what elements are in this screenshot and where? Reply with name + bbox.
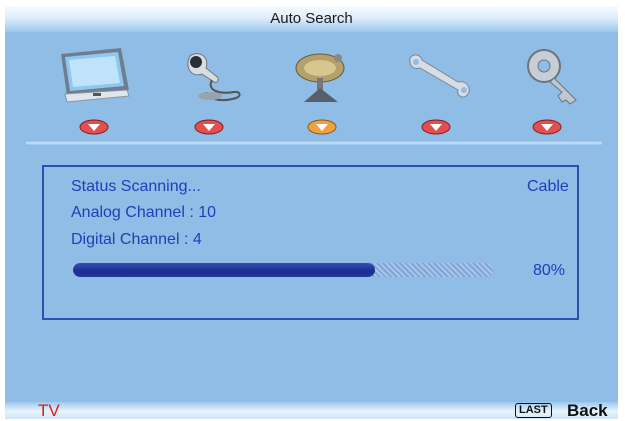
menu-divider <box>26 140 602 146</box>
scan-progress-bar <box>73 263 493 277</box>
scan-progress-fill <box>73 263 376 277</box>
title-bar: Auto Search <box>5 6 618 32</box>
audio-menu-icon[interactable] <box>176 48 246 104</box>
status-text: Status Scanning... <box>71 178 201 195</box>
marker-setup <box>421 119 451 135</box>
input-source-label: TV <box>38 401 60 420</box>
lock-menu-icon[interactable] <box>522 46 584 106</box>
setup-menu-icon[interactable] <box>402 52 478 104</box>
analog-channel-count: Analog Channel : 10 <box>71 204 216 221</box>
marker-picture <box>79 119 109 135</box>
marker-channel-selected <box>307 119 337 135</box>
signal-source: Cable <box>527 178 569 195</box>
last-key-icon[interactable]: LAST <box>515 403 552 418</box>
digital-channel-count: Digital Channel : 4 <box>71 231 202 248</box>
channel-menu-icon[interactable] <box>290 48 356 104</box>
progress-percent: 80% <box>533 262 566 279</box>
page-title: Auto Search <box>270 10 353 27</box>
picture-menu-icon[interactable] <box>55 46 135 104</box>
marker-lock <box>532 119 562 135</box>
marker-audio <box>194 119 224 135</box>
back-button[interactable]: Back <box>567 401 608 421</box>
